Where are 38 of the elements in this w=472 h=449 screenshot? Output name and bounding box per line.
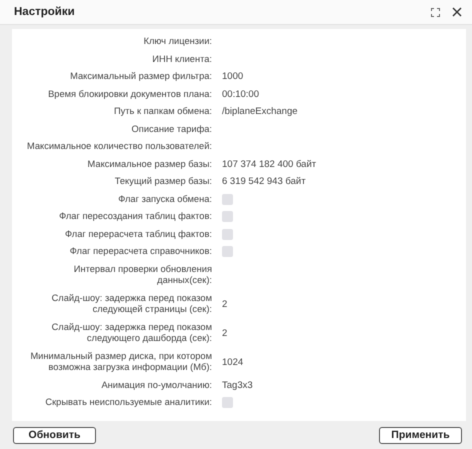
field-label: Максимальное размер базы:	[88, 158, 212, 170]
field-label: Время блокировки документов плана:	[48, 88, 212, 100]
field-label: Минимальный размер диска, при котором возможна загрузка информации (Мб):	[30, 350, 212, 374]
refresh-button[interactable]: Обновить	[13, 426, 96, 444]
field-label: Флаг перерасчета таблиц фактов:	[65, 228, 212, 240]
field-value: 00:10:00	[222, 88, 259, 100]
field-label: Слайд-шоу: задержка перед показом следующей страницы (сек):	[52, 292, 212, 316]
field-value: 6 319 542 943 байт	[222, 176, 306, 188]
expand-icon[interactable]	[429, 6, 442, 18]
field-label: Путь к папкам обмена:	[114, 106, 212, 118]
field-value: 107 374 182 400 байт	[222, 158, 316, 170]
field-label: Анимация по-умолчанию:	[101, 380, 212, 391]
field-label: Максимальный размер фильтра:	[70, 71, 212, 82]
window-title: Настройки	[14, 6, 76, 18]
checkbox[interactable]	[222, 246, 233, 258]
apply-button[interactable]: Применить	[379, 426, 462, 444]
field-value: /biplaneExchange	[222, 106, 298, 118]
field-label: Флаг пересоздания таблиц фактов:	[59, 211, 212, 222]
field-label: Максимальное количество пользователей:	[27, 141, 212, 152]
field-label: Ключ лицензии:	[144, 36, 212, 48]
checkbox[interactable]	[222, 397, 233, 408]
checkbox[interactable]	[222, 194, 233, 205]
field-label: ИНН клиента:	[152, 54, 212, 65]
checkbox[interactable]	[222, 228, 233, 240]
field-value: 1024	[222, 356, 244, 368]
field-label: Описание тарифа:	[132, 124, 212, 135]
field-label: Текущий размер базы:	[114, 176, 212, 188]
field-value: 2	[222, 298, 228, 310]
field-value: 2	[222, 328, 228, 338]
checkbox[interactable]	[222, 211, 233, 222]
field-value: Tag3x3	[222, 380, 253, 391]
field-label: Флаг запуска обмена:	[118, 194, 212, 205]
field-label: Флаг перерасчета справочников:	[70, 246, 212, 258]
field-value: 1000	[222, 71, 244, 82]
field-label: Слайд-шоу: задержка перед показом следующего дашборда (сек):	[52, 322, 212, 344]
field-label: Скрывать неиспользуемые аналитики:	[45, 397, 212, 408]
field-label: Интервал проверки обновления данных(сек):	[74, 264, 212, 286]
close-icon[interactable]	[450, 5, 464, 19]
